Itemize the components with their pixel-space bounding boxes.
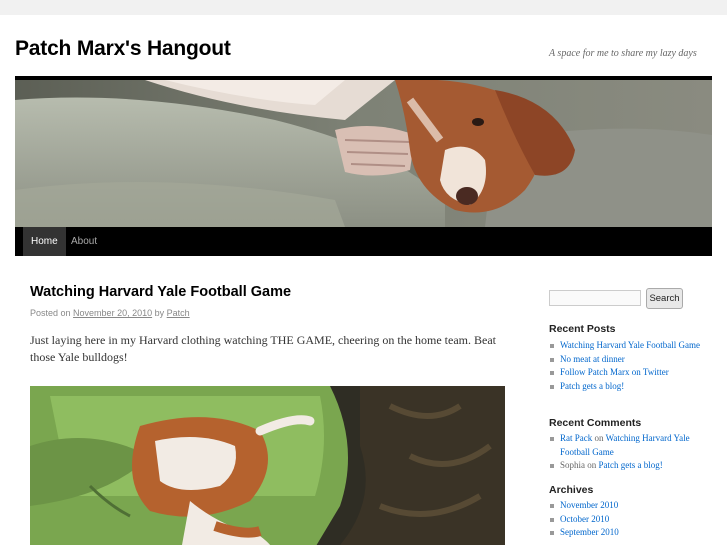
list-item: November 2010 [549, 499, 709, 513]
list-item: Follow Patch Marx on Twitter [549, 366, 709, 380]
post-body: Just laying here in my Harvard clothing … [30, 333, 496, 364]
post-author-link[interactable]: Patch [167, 308, 190, 318]
search-input[interactable] [549, 290, 641, 306]
list-item: Sophia on Patch gets a blog! [549, 459, 709, 473]
recent-comments-title: Recent Comments [549, 417, 642, 429]
site-description: A space for me to share my lazy days [549, 48, 697, 59]
list-item: Rat Pack on Watching Harvard Yale Footba… [549, 432, 709, 459]
archives-list: November 2010 October 2010 September 201… [549, 499, 709, 540]
nav-item-home[interactable]: Home [23, 227, 66, 256]
archive-link[interactable]: November 2010 [560, 500, 618, 510]
recent-posts-list: Watching Harvard Yale Football Game No m… [549, 339, 709, 393]
search-button[interactable]: Search [646, 288, 683, 309]
comment-author-link[interactable]: Rat Pack [560, 433, 592, 443]
list-item: Watching Harvard Yale Football Game [549, 339, 709, 353]
post-title[interactable]: Watching Harvard Yale Football Game [30, 284, 291, 300]
recent-post-link[interactable]: No meat at dinner [560, 354, 625, 364]
by-label: by [154, 308, 165, 318]
comment-post-link[interactable]: Patch gets a blog! [599, 460, 663, 470]
site-title[interactable]: Patch Marx's Hangout [15, 37, 231, 61]
archive-link[interactable]: September 2010 [560, 527, 619, 537]
list-item: No meat at dinner [549, 353, 709, 367]
header-image [15, 80, 712, 227]
recent-post-link[interactable]: Patch gets a blog! [560, 381, 624, 391]
post-photo [30, 386, 505, 545]
recent-posts-title: Recent Posts [549, 323, 616, 335]
recent-post-link[interactable]: Follow Patch Marx on Twitter [560, 367, 669, 377]
comment-on-label: on [587, 460, 597, 470]
post-date-link[interactable]: November 20, 2010 [73, 308, 152, 318]
post-meta: Posted on November 20, 2010 by Patch [30, 308, 190, 318]
main-navigation: Home About [15, 227, 712, 256]
comment-on-label: on [594, 433, 604, 443]
recent-post-link[interactable]: Watching Harvard Yale Football Game [560, 340, 700, 350]
page-wrapper: Patch Marx's Hangout A space for me to s… [0, 15, 727, 545]
comment-author: Sophia [560, 460, 586, 470]
archive-link[interactable]: October 2010 [560, 514, 609, 524]
list-item: October 2010 [549, 513, 709, 527]
posted-on-label: Posted on [30, 308, 71, 318]
list-item: September 2010 [549, 526, 709, 540]
archives-title: Archives [549, 484, 594, 496]
recent-comments-list: Rat Pack on Watching Harvard Yale Footba… [549, 432, 709, 473]
list-item: Patch gets a blog! [549, 380, 709, 394]
nav-item-about[interactable]: About [63, 227, 105, 256]
